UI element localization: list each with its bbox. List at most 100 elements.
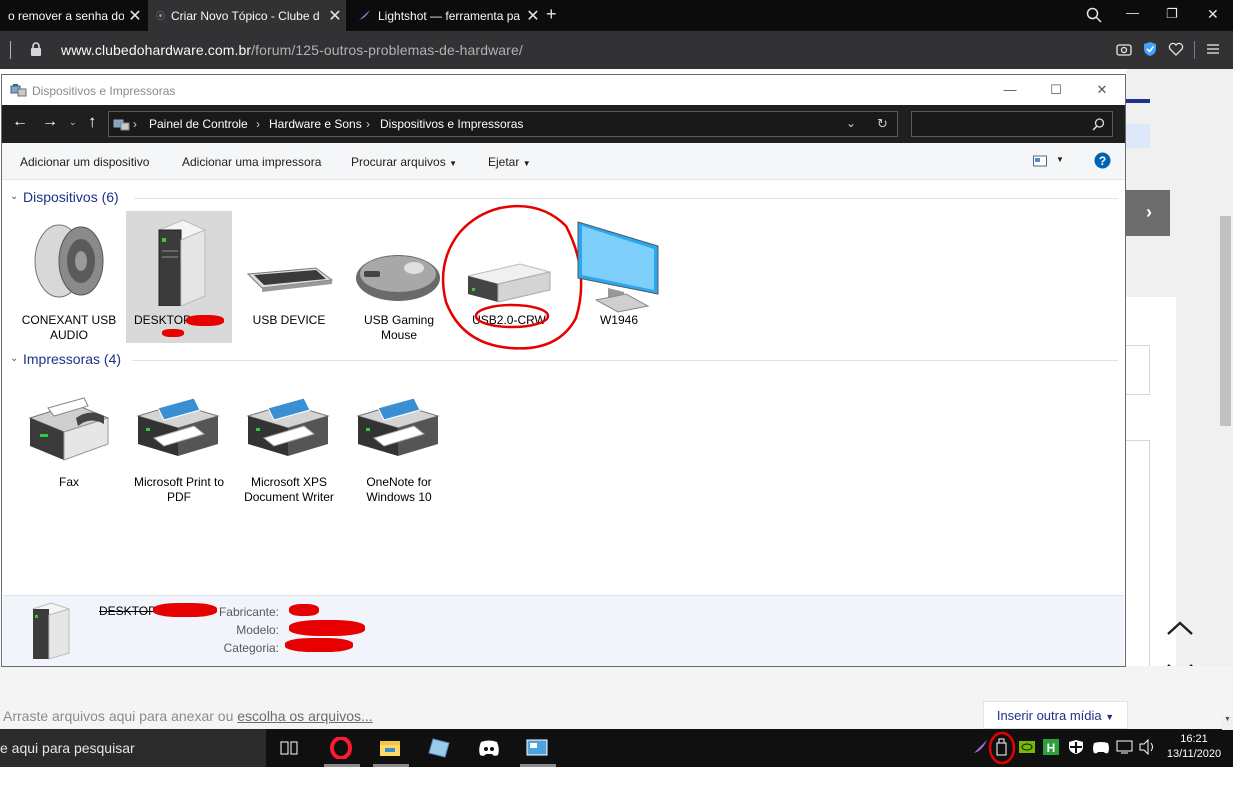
tab-remover-senha[interactable]: o remover a senha do ✕ xyxy=(0,0,146,31)
forum-page-background: › xyxy=(1126,69,1233,797)
discord-icon[interactable] xyxy=(478,739,500,757)
details-pane: DESKTOP- Fabricante: Modelo: Categoria: xyxy=(3,595,1124,666)
taskbar-search-box[interactable]: e aqui para pesquisar xyxy=(0,729,266,767)
address-field[interactable]: › Painel de Controle › Hardware e Sons ›… xyxy=(108,111,898,137)
discord-tray-icon[interactable] xyxy=(1092,741,1110,755)
menu-icon[interactable] xyxy=(1206,43,1220,55)
page-panel xyxy=(1126,124,1150,148)
chevron-down-icon[interactable]: ⌄ xyxy=(846,116,856,130)
up-arrow-icon[interactable]: ↑ xyxy=(88,112,97,132)
tab-title: o remover a senha do xyxy=(8,8,124,23)
nvidia-icon[interactable] xyxy=(1018,739,1036,755)
close-tab-icon[interactable]: ✕ xyxy=(522,6,544,26)
opera-icon[interactable] xyxy=(330,737,352,759)
close-window-button[interactable]: ✕ xyxy=(1207,6,1219,23)
chevron-down-icon[interactable]: ⌄ xyxy=(10,353,18,364)
url-field[interactable]: www.clubedohardware.com.br/forum/125-out… xyxy=(61,42,523,58)
browse-files-label: Procurar arquivos xyxy=(351,155,446,169)
lock-icon[interactable] xyxy=(30,42,42,56)
caret-down-icon: ▼ xyxy=(522,159,531,168)
maximize-button[interactable]: ☐ xyxy=(1033,75,1079,105)
minimize-button[interactable]: — xyxy=(987,75,1033,105)
browse-files-button[interactable]: Procurar arquivos ▼ xyxy=(351,155,457,169)
add-printer-button[interactable]: Adicionar uma impressora xyxy=(182,155,321,169)
favicon-icon: ⦿ xyxy=(156,11,166,21)
scrollbar-thumb[interactable] xyxy=(1220,216,1231,426)
search-input[interactable] xyxy=(911,111,1113,137)
close-tab-icon[interactable]: ✕ xyxy=(124,6,146,26)
task-view-icon[interactable] xyxy=(280,740,298,756)
search-icon[interactable] xyxy=(1086,7,1102,23)
printer-fax[interactable]: Fax xyxy=(16,373,122,505)
view-options-icon[interactable] xyxy=(1033,155,1047,167)
printer-icon xyxy=(246,397,330,456)
close-tab-icon[interactable]: ✕ xyxy=(324,6,346,26)
heart-icon[interactable] xyxy=(1168,42,1184,56)
attach-area[interactable]: Arraste arquivos aqui para anexar ou esc… xyxy=(3,708,373,724)
shield-icon[interactable] xyxy=(1143,41,1157,57)
printer-icon xyxy=(356,397,440,456)
device-conexant-usb-audio[interactable]: CONEXANT USB AUDIO xyxy=(16,211,122,343)
recent-locations-icon[interactable]: ⌄ xyxy=(69,117,77,128)
network-icon[interactable] xyxy=(1116,739,1134,755)
search-icon xyxy=(1092,118,1105,131)
device-label: W1946 xyxy=(599,313,639,327)
page-scrollbar[interactable] xyxy=(1218,71,1233,727)
device-w1946[interactable]: W1946 xyxy=(566,211,672,343)
eject-label: Ejetar xyxy=(488,155,520,169)
screen-app-icon[interactable] xyxy=(526,738,548,758)
device-usb-gaming-mouse[interactable]: USB Gaming Mouse xyxy=(346,211,452,343)
printer-microsoft-print-to-pdf[interactable]: Microsoft Print to PDF xyxy=(126,373,232,505)
mouse-icon xyxy=(356,255,440,301)
close-button[interactable]: ✕ xyxy=(1079,75,1125,105)
defender-shield-icon[interactable] xyxy=(1068,739,1084,755)
breadcrumb-separator-icon: › xyxy=(366,117,370,131)
redaction-scribble xyxy=(162,329,184,337)
insert-media-button[interactable]: Inserir outra mídia ▼ xyxy=(983,701,1128,729)
eject-button[interactable]: Ejetar ▼ xyxy=(488,155,531,169)
minimize-button[interactable]: — xyxy=(1126,5,1139,20)
breadcrumb-separator-icon: › xyxy=(133,117,137,131)
volume-icon[interactable] xyxy=(1139,739,1157,755)
breadcrumb-hardware-e-sons[interactable]: Hardware e Sons xyxy=(269,117,362,131)
printers-group-heading[interactable]: Impressoras (4) xyxy=(23,351,121,367)
printer-onenote-for-windows-10[interactable]: OneNote for Windows 10 xyxy=(346,373,452,505)
taskbar-clock[interactable]: 16:21 13/11/2020 xyxy=(1164,732,1224,762)
devices-group-heading[interactable]: Dispositivos (6) xyxy=(23,189,119,205)
breadcrumb-painel-de-controle[interactable]: Painel de Controle xyxy=(149,117,248,131)
chevron-down-icon[interactable]: ⌄ xyxy=(10,191,18,202)
add-device-button[interactable]: Adicionar um dispositivo xyxy=(20,155,149,169)
device-usb-device[interactable]: USB DEVICE xyxy=(236,211,342,343)
caret-down-icon: ▼ xyxy=(1105,712,1115,722)
device-desktop[interactable]: DESKTOP- xyxy=(126,211,232,343)
file-explorer-icon[interactable] xyxy=(379,738,401,758)
printer-microsoft-xps-document-writer[interactable]: Microsoft XPS Document Writer xyxy=(236,373,342,505)
computer-tower-icon xyxy=(31,602,71,660)
caret-down-icon[interactable]: ▼ xyxy=(1056,155,1064,164)
model-label: Modelo: xyxy=(236,623,279,637)
tab-criar-novo-topico[interactable]: ⦿ Criar Novo Tópico - Clube d ✕ xyxy=(148,0,346,31)
next-button[interactable]: › xyxy=(1126,190,1170,236)
tab-lightshot[interactable]: Lightshot — ferramenta pa ✕ xyxy=(348,0,544,31)
restore-button[interactable]: ❐ xyxy=(1166,6,1178,22)
refresh-icon[interactable]: ↻ xyxy=(877,116,888,132)
device-label: CONEXANT USB AUDIO xyxy=(21,313,117,342)
url-host: www.clubedohardware.com.br xyxy=(61,42,252,58)
back-arrow-icon[interactable]: ← xyxy=(12,113,28,131)
devices-printers-window: Dispositivos e Impressoras — ☐ ✕ ← → ⌄ ↑… xyxy=(1,74,1126,667)
hwinfo-icon[interactable]: H xyxy=(1043,739,1059,755)
feather-icon xyxy=(357,9,370,22)
category-label: Categoria: xyxy=(223,641,279,655)
screenshot-icon[interactable] xyxy=(1116,42,1132,56)
help-icon[interactable]: ? xyxy=(1094,152,1111,169)
chevron-up-icon[interactable] xyxy=(1166,620,1194,636)
notepad-icon[interactable] xyxy=(427,737,451,759)
scroll-down-arrow-icon[interactable]: ▼ xyxy=(1222,716,1233,730)
breadcrumb-dispositivos-e-impressoras[interactable]: Dispositivos e Impressoras xyxy=(380,117,523,131)
forward-arrow-icon[interactable]: → xyxy=(42,113,58,131)
windows-taskbar: e aqui para pesquisar H 16:21 13/11/2020… xyxy=(0,716,1233,767)
monitor-icon xyxy=(577,221,659,313)
printer-label: Microsoft XPS Document Writer xyxy=(244,475,334,504)
new-tab-button[interactable]: + xyxy=(546,4,557,25)
choose-files-link[interactable]: escolha os arquivos... xyxy=(237,708,372,724)
